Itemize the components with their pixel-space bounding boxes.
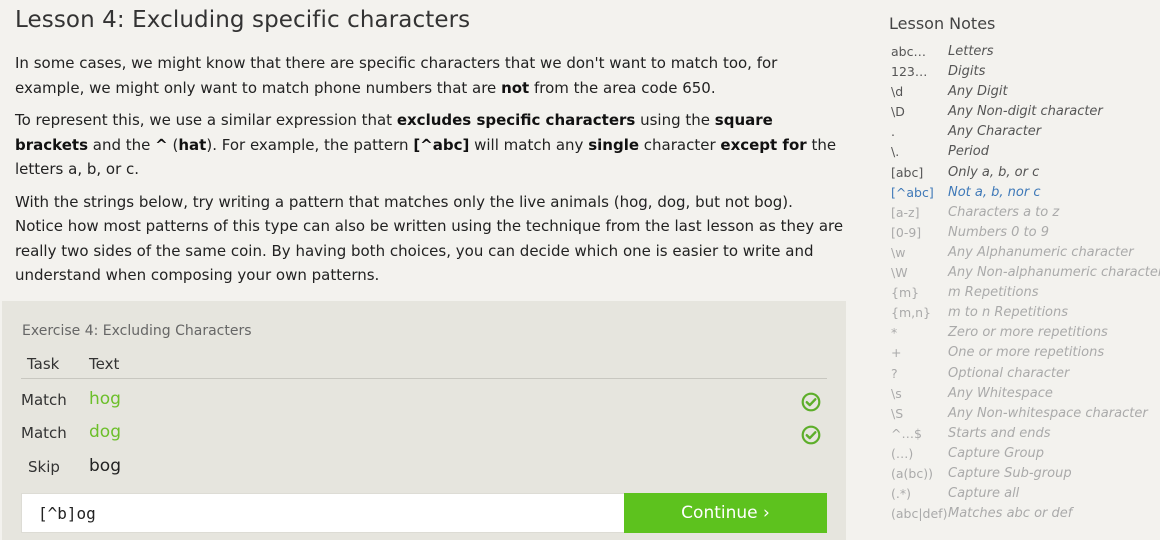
lesson-title: Lesson 4: Excluding specific characters	[15, 7, 471, 33]
lesson-notes-sidebar: Lesson Notes abc… Letters 123… Digits \d Any …	[889, 14, 1160, 524]
exercise-row: Match hog	[21, 387, 827, 417]
check-circle-icon	[801, 425, 821, 445]
note-code: abc…	[891, 44, 926, 59]
note-description: Any Non-alphanumeric character	[948, 265, 1160, 281]
note-description: Capture all	[948, 486, 1020, 502]
exercise-table-header: Task Text	[21, 353, 827, 379]
note-description: One or more repetitions	[948, 345, 1105, 361]
note-item: (…) Capture Group	[889, 444, 1160, 464]
note-description: Capture Group	[948, 445, 1044, 461]
note-code: [abc]	[891, 164, 924, 180]
note-description: Any Non-digit character	[948, 104, 1103, 120]
test-string: bog	[89, 456, 121, 476]
note-description: Any Digit	[948, 84, 1008, 100]
note-code: ?	[891, 365, 898, 381]
lesson-paragraph-2: To represent this, we use a similar expr…	[15, 111, 837, 178]
notes-title: Lesson Notes	[889, 14, 996, 33]
note-item: [0-9] Numbers 0 to 9	[889, 223, 1160, 243]
note-code: (abc|def)	[891, 506, 948, 522]
note-item: (.*) Capture all	[889, 484, 1160, 504]
note-code: (.*)	[891, 486, 911, 502]
check-circle-icon	[801, 392, 821, 412]
note-description: Period	[948, 144, 989, 160]
note-description: Zero or more repetitions	[948, 325, 1108, 341]
note-code: [^abc]	[891, 184, 934, 200]
note-description: Starts and ends	[948, 425, 1051, 441]
exercise-title: Exercise 4: Excluding Characters	[22, 323, 252, 339]
note-item: \S Any Non-whitespace character	[889, 404, 1160, 424]
note-description: m to n Repetitions	[948, 305, 1069, 321]
note-code: ^…$	[891, 425, 922, 441]
note-item: \s Any Whitespace	[889, 384, 1160, 404]
note-item: ? Optional character	[889, 364, 1160, 384]
note-item: [a-z] Characters a to z	[889, 203, 1160, 223]
lesson-content: Lesson 4: Excluding specific characters …	[15, 6, 845, 288]
note-code: (a(bc))	[891, 465, 933, 481]
note-code: \d	[891, 84, 904, 100]
note-code: [a-z]	[891, 204, 920, 220]
note-description: m Repetitions	[948, 285, 1039, 301]
task-label: Match	[21, 391, 67, 409]
note-code: {m}	[891, 285, 920, 301]
note-item: (a(bc)) Capture Sub-group	[889, 464, 1160, 484]
note-item: \. Period	[889, 142, 1160, 162]
note-description: Any Whitespace	[948, 385, 1053, 401]
note-code: \D	[891, 104, 905, 120]
note-item: 123… Digits	[889, 62, 1160, 82]
note-code: \.	[891, 144, 900, 160]
notes-list: abc… Letters 123… Digits \d Any Digit \D Any No…	[889, 42, 1160, 524]
note-code: {m,n}	[891, 305, 931, 321]
note-item: [abc] Only a, b, or c	[889, 163, 1160, 183]
lesson-paragraph-3: With the strings below, try writing a pa…	[15, 192, 844, 285]
note-code: \w	[891, 244, 906, 260]
note-code: 123…	[891, 64, 928, 80]
continue-button[interactable]: Continue ›	[624, 493, 827, 533]
note-description: Only a, b, or c	[948, 164, 1040, 180]
note-code: *	[891, 325, 898, 341]
note-item: [^abc] Not a, b, nor c	[889, 183, 1160, 203]
task-column-header: Task	[27, 355, 60, 373]
note-item: \D Any Non-digit character	[889, 102, 1160, 122]
exercise-row: Skip bog	[21, 454, 827, 484]
note-item: abc… Letters	[889, 42, 1160, 62]
note-item: {m} m Repetitions	[889, 283, 1160, 303]
task-label: Skip	[28, 458, 60, 476]
note-item: \W Any Non-alphanumeric character	[889, 263, 1160, 283]
exercise-row: Match dog	[21, 420, 827, 450]
exercise-panel: Exercise 4: Excluding Characters Task Te…	[2, 301, 846, 540]
note-item: {m,n} m to n Repetitions	[889, 303, 1160, 323]
note-description: Digits	[948, 64, 986, 80]
task-label: Match	[21, 424, 67, 442]
note-code: \s	[891, 385, 902, 401]
note-description: Capture Sub-group	[948, 465, 1072, 481]
lesson-paragraph-1: In some cases, we might know that there …	[15, 54, 778, 97]
test-string: dog	[89, 422, 121, 442]
note-description: Letters	[948, 44, 994, 59]
note-description: Characters a to z	[948, 204, 1060, 220]
note-item: * Zero or more repetitions	[889, 323, 1160, 343]
pattern-input[interactable]: [^b]og	[21, 493, 625, 533]
note-item: + One or more repetitions	[889, 343, 1160, 363]
note-description: Any Non-whitespace character	[948, 405, 1148, 421]
note-code: \S	[891, 405, 904, 421]
note-item: . Any Character	[889, 122, 1160, 142]
note-code: .	[891, 124, 895, 140]
note-description: Matches abc or def	[948, 506, 1073, 522]
note-item: (abc|def) Matches abc or def	[889, 504, 1160, 524]
test-string: hog	[89, 389, 121, 409]
note-code: +	[891, 345, 902, 361]
note-description: Not a, b, nor c	[948, 184, 1041, 200]
note-description: Optional character	[948, 365, 1070, 381]
text-column-header: Text	[89, 355, 120, 373]
note-description: Any Alphanumeric character	[948, 244, 1134, 260]
note-code: [0-9]	[891, 224, 922, 240]
note-description: Any Character	[948, 124, 1042, 140]
note-description: Numbers 0 to 9	[948, 224, 1049, 240]
note-code: (…)	[891, 445, 914, 461]
note-item: \d Any Digit	[889, 82, 1160, 102]
note-item: \w Any Alphanumeric character	[889, 243, 1160, 263]
note-item: ^…$ Starts and ends	[889, 424, 1160, 444]
note-code: \W	[891, 265, 908, 281]
